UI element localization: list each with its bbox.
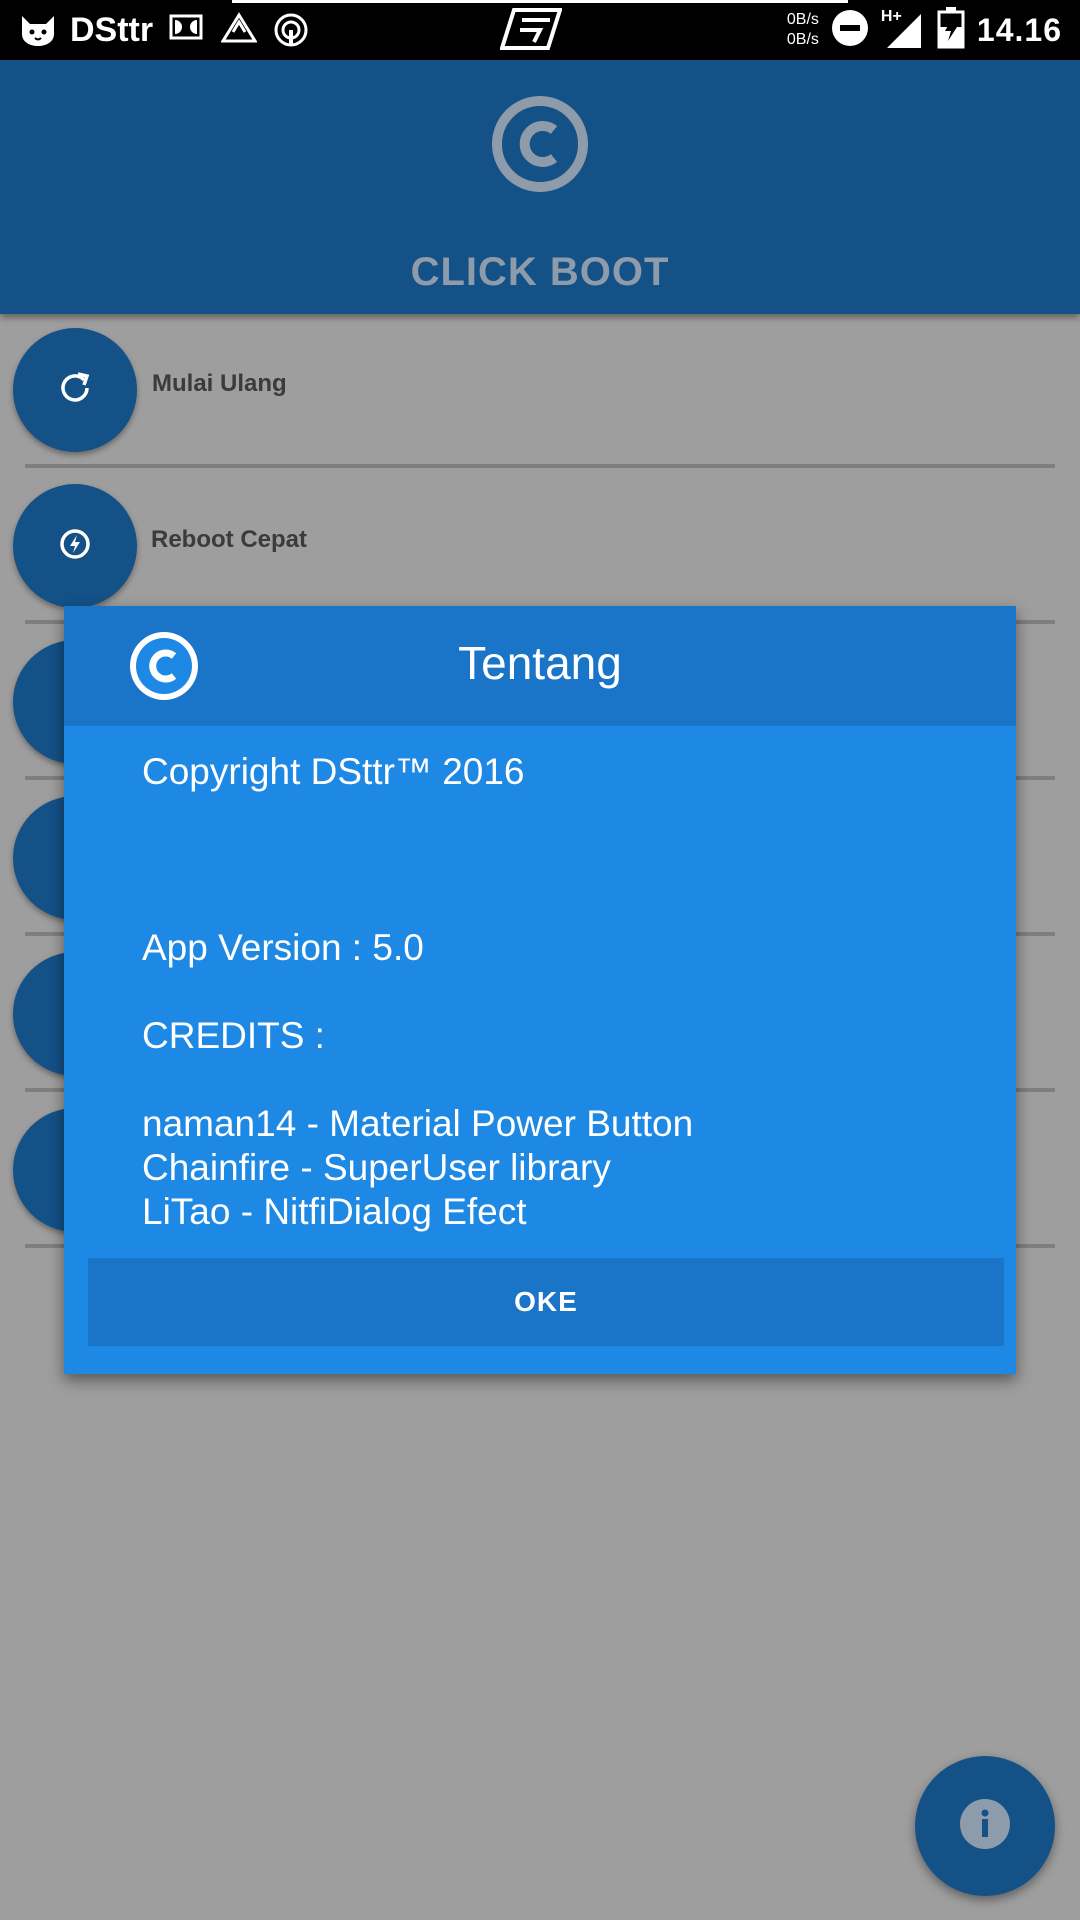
app-title: CLICK BOOT	[410, 250, 670, 294]
list-item-label: Reboot Cepat	[151, 526, 307, 553]
restart-button[interactable]	[13, 328, 137, 452]
about-dialog: Tentang Copyright DSttr™ 2016 App Versio…	[64, 606, 1016, 1374]
credit-line: LiTao - NitfiDialog Efect	[142, 1191, 527, 1232]
do-not-disturb-icon	[831, 9, 869, 52]
copyright-text: Copyright DSttr™ 2016	[142, 751, 525, 792]
dialog-header: Tentang	[64, 606, 1016, 726]
fast-reboot-button[interactable]	[13, 484, 137, 608]
podcast-icon	[273, 12, 309, 48]
app-version: App Version : 5.0	[142, 927, 424, 968]
info-icon	[959, 1798, 1011, 1855]
restart-icon	[58, 371, 92, 410]
list-item-label: Mulai Ulang	[152, 370, 287, 397]
battery-charging-icon	[937, 6, 965, 54]
app-logo-icon	[499, 6, 563, 57]
cat-icon	[18, 12, 54, 48]
triangle-app-icon	[220, 12, 258, 48]
info-fab-button[interactable]	[915, 1756, 1055, 1896]
status-time: 14.16	[976, 11, 1062, 48]
signal-icon: H+	[881, 8, 925, 52]
list-item-fast-reboot[interactable]: Reboot Cepat	[0, 468, 1080, 624]
copyright-icon	[490, 94, 590, 199]
list-item-restart[interactable]: Mulai Ulang	[0, 312, 1080, 468]
network-speed: 0B/s 0B/s	[787, 10, 819, 50]
status-progress-line	[232, 0, 848, 3]
status-app-name: DSttr	[70, 10, 154, 49]
dolby-icon	[169, 12, 205, 48]
upload-speed: 0B/s	[786, 11, 819, 28]
credit-line: naman14 - Material Power Button	[142, 1103, 694, 1144]
status-bar: DSttr 0B/s 0B/s H+ 14.16	[0, 0, 1080, 60]
ok-button[interactable]: OKE	[88, 1258, 1004, 1346]
app-header: CLICK BOOT	[0, 60, 1080, 314]
download-speed: 0B/s	[786, 31, 819, 48]
credit-line: Chainfire - SuperUser library	[142, 1147, 611, 1188]
dialog-title: Tentang	[458, 637, 622, 689]
dialog-body: Copyright DSttr™ 2016 App Version : 5.0 …	[142, 750, 693, 1234]
credits-heading: CREDITS :	[142, 1015, 325, 1056]
fast-reboot-icon	[58, 527, 92, 566]
